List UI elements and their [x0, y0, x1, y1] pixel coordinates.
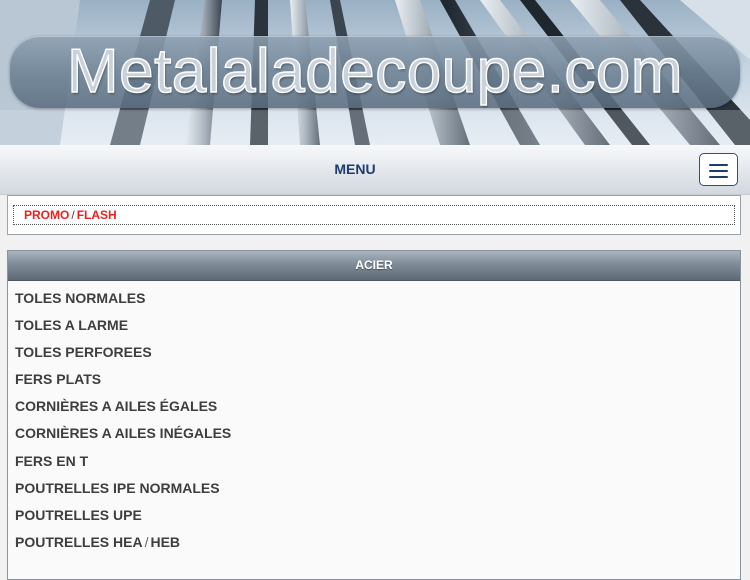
category-item-toles-perforees[interactable]: TOLES PERFOREES [15, 339, 740, 366]
promo-label: PROMO [24, 208, 70, 222]
category-item-cornieres-egales[interactable]: CORNIÈRES A AILES ÉGALES [15, 393, 740, 420]
category-item-cornieres-inegales[interactable]: CORNIÈRES A AILES INÉGALES [15, 420, 740, 447]
category-item-fers-plats[interactable]: FERS PLATS [15, 366, 740, 393]
category-item-poutrelles-hea-heb[interactable]: POUTRELLES HEA / HEB [15, 529, 740, 556]
category-item-toles-a-larme[interactable]: TOLES A LARME [15, 312, 740, 339]
hamburger-icon-line [709, 164, 728, 166]
header-banner: Metalaladecoupe.com [0, 0, 750, 145]
promo-separator: / [71, 208, 75, 222]
category-list: TOLES NORMALES TOLES A LARME TOLES PERFO… [8, 281, 740, 556]
hamburger-menu-button[interactable] [699, 153, 738, 186]
hamburger-icon-line [709, 176, 728, 178]
category-item-poutrelles-upe[interactable]: POUTRELLES UPE [15, 502, 740, 529]
category-item-label: POUTRELLES HEA [15, 533, 143, 550]
menu-label[interactable]: MENU [0, 145, 710, 194]
category-item-label-2: HEB [150, 533, 181, 550]
hamburger-icon-line [709, 170, 728, 172]
flash-label: FLASH [76, 208, 117, 222]
site-title[interactable]: Metalaladecoupe.com [10, 36, 740, 108]
panel-title: ACIER [8, 251, 740, 281]
category-item-poutrelles-ipe[interactable]: POUTRELLES IPE NORMALES [15, 475, 740, 502]
category-item-fers-en-t[interactable]: FERS EN T [15, 448, 740, 475]
menu-bar: MENU [0, 145, 750, 195]
category-panel: ACIER TOLES NORMALES TOLES A LARME TOLES… [7, 250, 741, 580]
promo-box: PROMO / FLASH [7, 195, 741, 235]
promo-flash-link[interactable]: PROMO / FLASH [13, 205, 735, 225]
category-item-toles-normales[interactable]: TOLES NORMALES [15, 285, 740, 312]
